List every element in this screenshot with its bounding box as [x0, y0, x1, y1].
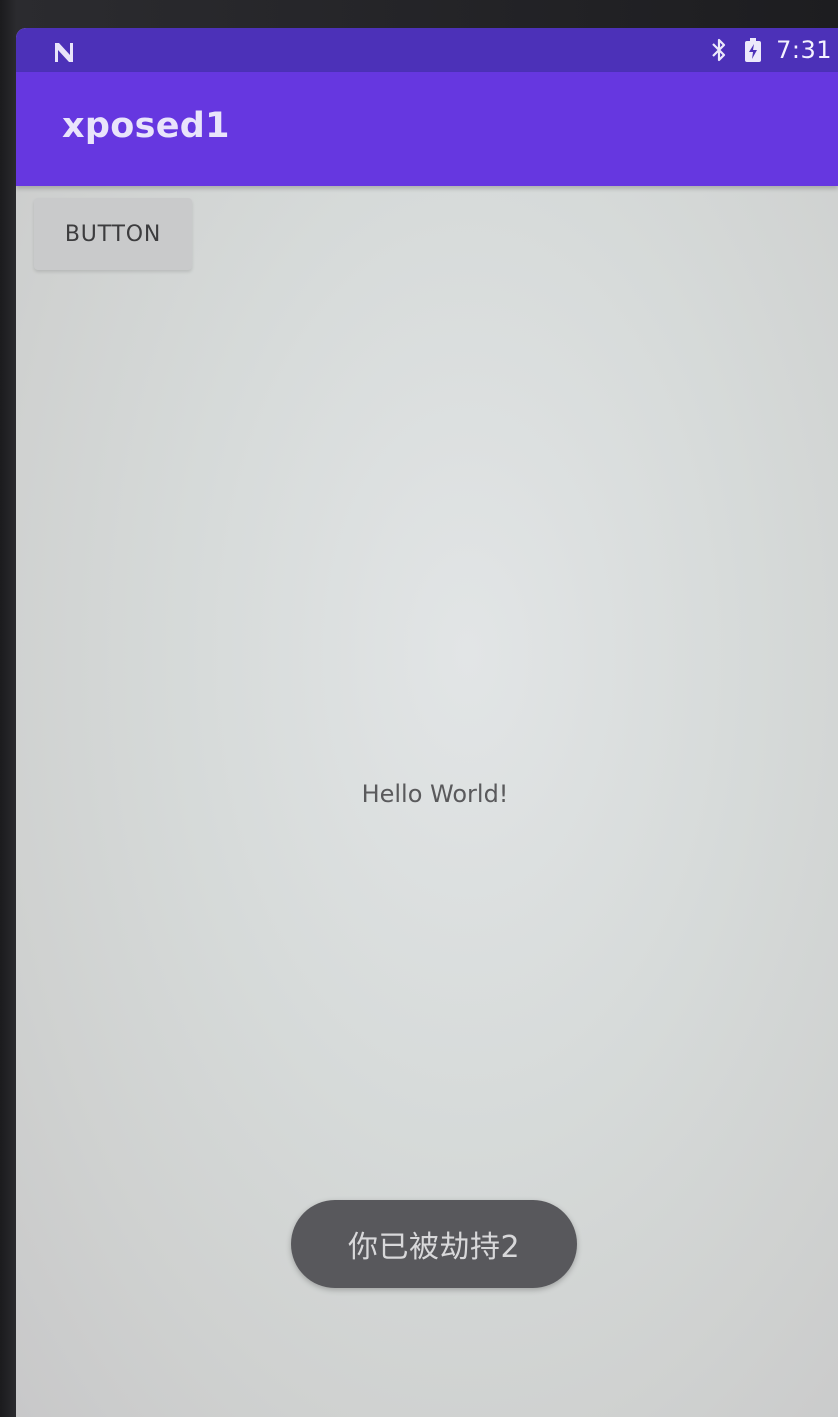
app-bar: xposed1: [16, 72, 838, 186]
hello-world-text: Hello World!: [361, 780, 509, 808]
main-button[interactable]: BUTTON: [34, 198, 192, 270]
notification-n-icon: [55, 43, 73, 62]
device-screen: 7:31 xposed1 BUTTON Hello World! 你已被劫持2: [16, 28, 838, 1417]
main-button-label: BUTTON: [64, 221, 162, 247]
status-icons: 7:31: [708, 34, 832, 66]
toast-text: 你已被劫持2: [347, 1230, 521, 1265]
status-bar: 7:31: [16, 28, 838, 72]
status-time: 7:31: [776, 36, 832, 64]
bluetooth-icon: [712, 38, 726, 62]
battery-icon: [745, 38, 762, 62]
toast-message: 你已被劫持2: [291, 1200, 577, 1288]
app-title: xposed1: [62, 106, 230, 146]
